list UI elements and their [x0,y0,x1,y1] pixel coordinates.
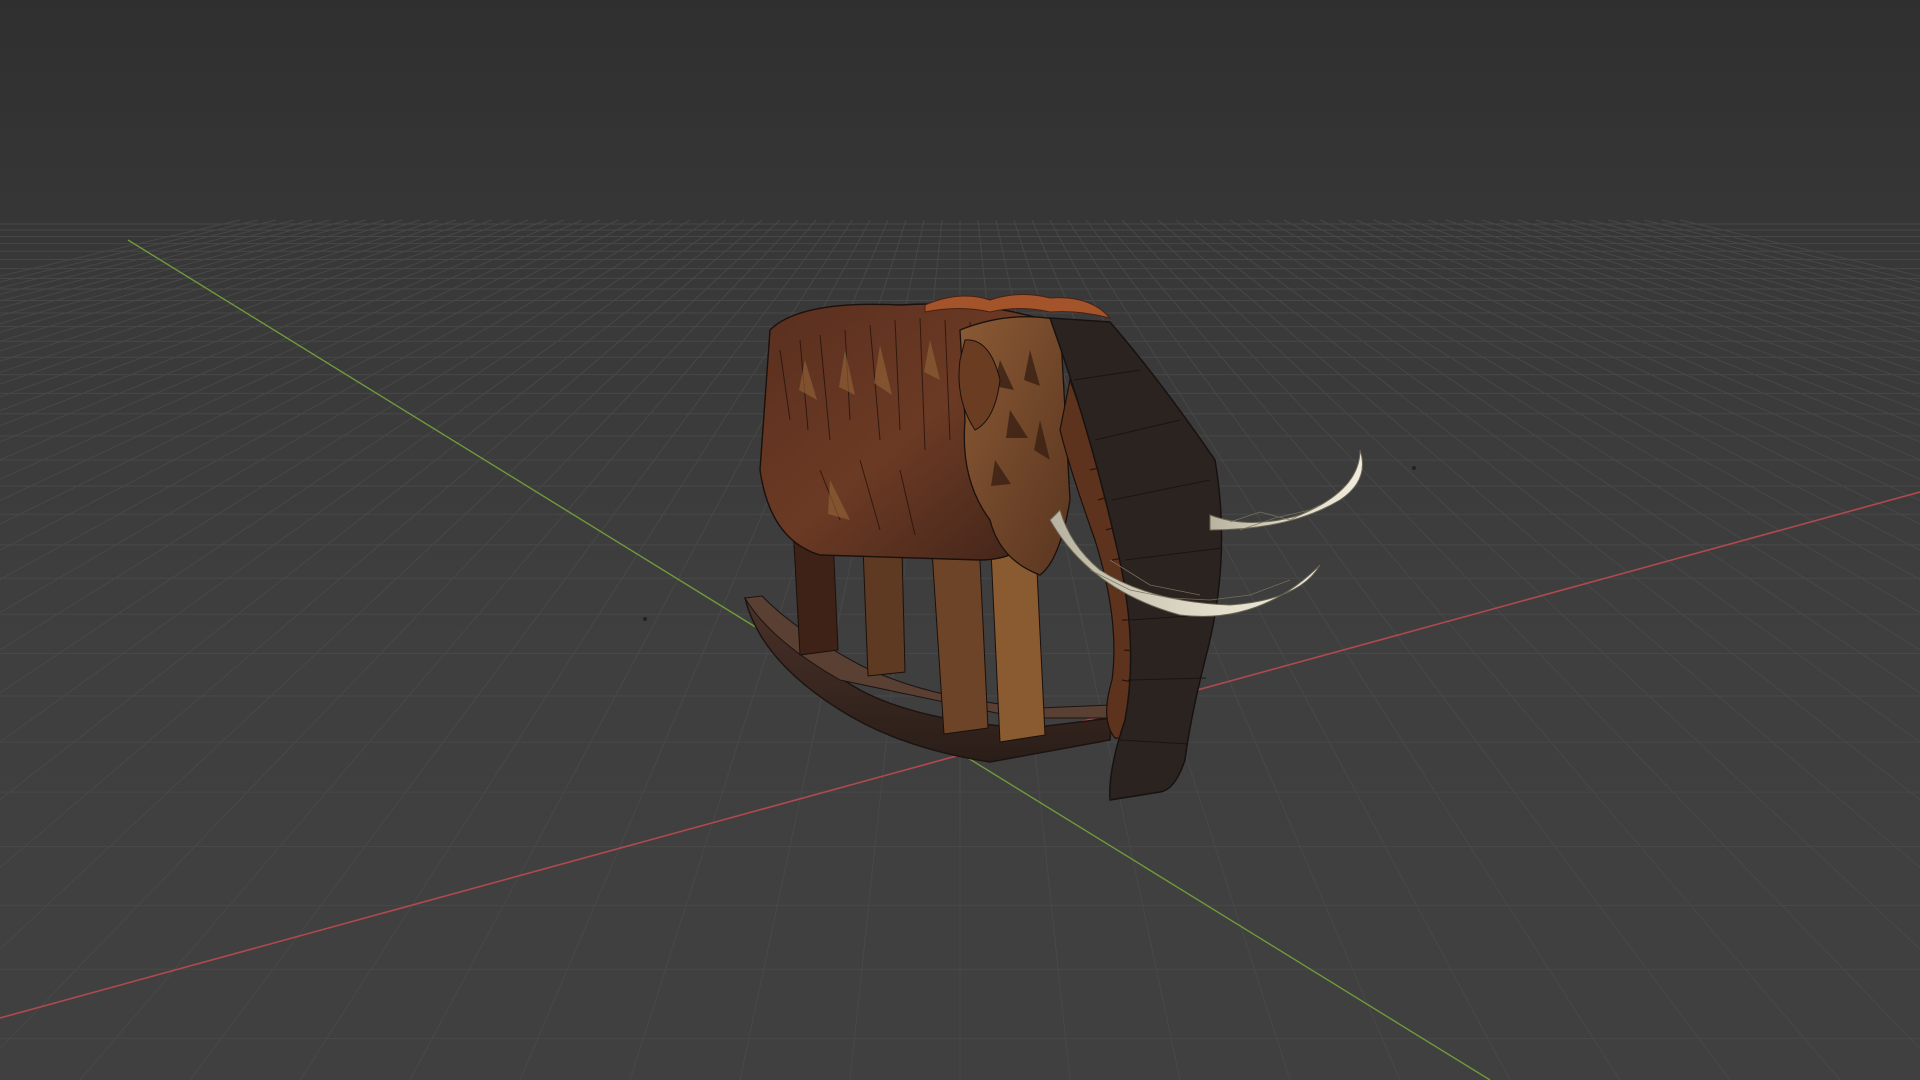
grid-line [0,219,655,581]
grid-line [1211,219,1920,694]
grid-line [1517,219,1920,342]
grid-line [1391,219,1920,427]
grid-line [1157,219,1920,869]
grid-line [0,219,637,551]
grid-line [189,219,835,1080]
grid-line [1337,219,1920,480]
grid-line [0,219,511,412]
grid-line [0,219,691,651]
grid-line [0,219,709,694]
grid-line [1229,219,1920,651]
grid-line [0,219,367,325]
grid-line [1373,219,1920,443]
grid-line [0,219,421,352]
viewport-marker-dot [1412,466,1416,470]
grid-line [0,219,727,743]
grid-line [0,219,601,501]
3d-viewport[interactable] [0,0,1920,1080]
grid-line [1103,219,1841,1080]
grid-line [0,219,583,480]
grid-line [0,219,241,277]
viewport-canvas[interactable] [0,0,1920,1080]
grid-line [0,219,403,342]
grid-line [0,219,547,443]
grid-line [1499,219,1920,352]
grid-line [1571,219,1920,317]
grid-line [1319,219,1920,501]
grid-line [1625,219,1920,295]
grid-line [1427,219,1920,398]
grid-line [1139,219,1920,950]
grid-line [0,219,295,295]
grid-line [0,219,439,362]
grid-line [1643,219,1920,289]
grid-line [1481,219,1920,362]
grid-line [0,219,763,869]
grid-line [1301,219,1920,525]
grid-line [1607,219,1920,302]
grid-line [0,219,529,427]
grid-line [1283,219,1920,551]
mammoth-model[interactable] [744,294,1363,801]
grid-line [0,219,313,302]
grid-line [1121,219,1920,1050]
grid-line [0,219,781,950]
grid-line [1265,219,1920,581]
grid-line [0,219,799,1050]
mammoth-upper-tusk [1209,449,1363,531]
viewport-marker-dot [643,617,647,621]
grid-line [0,219,349,317]
grid-line [1679,219,1920,277]
grid-line [1409,219,1920,412]
grid-line [79,219,817,1080]
grid-line [0,219,745,801]
grid-line [1553,219,1920,325]
grid-line [0,219,619,525]
grid-line [1175,219,1920,801]
grid-line [0,219,277,289]
grid-line [1193,219,1920,743]
